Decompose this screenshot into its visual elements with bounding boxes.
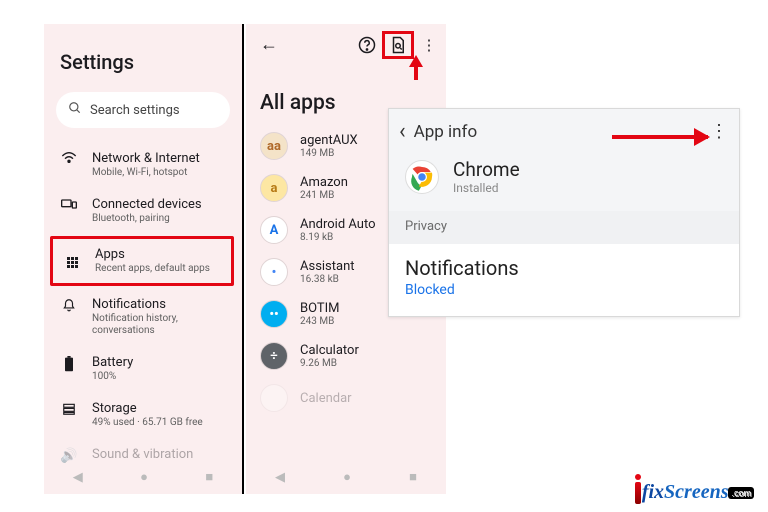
app-size: 9.26 MB (300, 358, 359, 369)
notifications-row[interactable]: Notifications Blocked (389, 244, 739, 316)
android-navbar: ◀ ● ■ (44, 464, 242, 490)
more-icon[interactable]: ⋮ (418, 34, 440, 56)
app-size: 16.38 kB (300, 274, 355, 285)
app-icon: •• (260, 300, 288, 328)
search-placeholder: Search settings (90, 103, 180, 118)
watermark-logo: fixScreens.com (635, 481, 754, 504)
nav-recents-icon[interactable]: ■ (409, 469, 417, 485)
app-name: Calendar (300, 391, 352, 406)
chrome-icon (405, 160, 439, 194)
annotation-arrow-right (612, 135, 708, 139)
settings-item-apps[interactable]: AppsRecent apps, default apps (63, 245, 227, 277)
search-icon (68, 101, 82, 119)
nav-back-icon[interactable]: ◀ (275, 470, 285, 485)
app-size: 8.19 kB (300, 232, 376, 243)
nav-home-icon[interactable]: ● (140, 469, 148, 485)
settings-item-connected[interactable]: Connected devicesBluetooth, pairing (56, 188, 230, 234)
app-info-card: ‹ App info ⋮ Chrome Installed Privacy No… (388, 108, 740, 317)
app-icon: a (260, 174, 288, 202)
nav-back-icon[interactable]: ◀ (73, 470, 83, 485)
sound-icon: 🔊 (60, 448, 78, 464)
devices-icon (60, 198, 78, 214)
app-name: Assistant (300, 259, 355, 274)
settings-item-battery[interactable]: Battery100% (56, 346, 230, 392)
app-icon: A (260, 216, 288, 244)
app-name: Android Auto (300, 217, 376, 232)
battery-icon (60, 356, 78, 376)
app-icon: ÷ (260, 342, 288, 370)
nav-recents-icon[interactable]: ■ (205, 469, 213, 485)
privacy-section-label: Privacy (389, 211, 739, 244)
back-icon[interactable]: ‹ (399, 119, 406, 144)
bell-icon (60, 298, 78, 316)
settings-title: Settings (60, 50, 230, 74)
app-icon (260, 384, 288, 412)
back-icon[interactable]: ← (252, 30, 286, 59)
annotation-arrow-up (409, 55, 423, 67)
wifi-icon (60, 152, 78, 168)
app-name: agentAUX (300, 133, 358, 148)
app-name: Amazon (300, 175, 348, 190)
chrome-name: Chrome (453, 158, 520, 181)
settings-item-storage[interactable]: Storage49% used · 65.71 GB free (56, 392, 230, 438)
settings-panel: Settings Search settings Network & Inter… (44, 24, 244, 494)
nav-home-icon[interactable]: ● (343, 469, 351, 485)
apps-icon (63, 248, 81, 268)
app-size: 241 MB (300, 190, 348, 201)
more-icon[interactable]: ⋮ (710, 121, 727, 142)
app-row[interactable]: Calendar (246, 377, 446, 419)
help-icon[interactable] (356, 34, 378, 56)
settings-item-notifications[interactable]: NotificationsNotification history, conve… (56, 288, 230, 346)
notifications-state: Blocked (405, 282, 723, 298)
app-size: 149 MB (300, 148, 358, 159)
app-name: BOTIM (300, 301, 340, 316)
search-settings[interactable]: Search settings (56, 92, 230, 128)
chrome-install-state: Installed (453, 181, 520, 195)
highlight-apps: AppsRecent apps, default apps (50, 236, 234, 286)
app-info-title: App info (414, 122, 478, 142)
app-icon: • (260, 258, 288, 286)
notifications-label: Notifications (405, 256, 723, 280)
app-row[interactable]: ÷ Calculator9.26 MB (246, 335, 446, 377)
app-icon: aa (260, 132, 288, 160)
settings-item-network[interactable]: Network & InternetMobile, Wi-Fi, hotspot (56, 142, 230, 188)
app-size: 243 MB (300, 316, 340, 327)
page-icon[interactable] (387, 34, 409, 56)
android-navbar-2: ◀ ● ■ (246, 464, 446, 490)
storage-icon (60, 402, 78, 420)
app-name: Calculator (300, 343, 359, 358)
